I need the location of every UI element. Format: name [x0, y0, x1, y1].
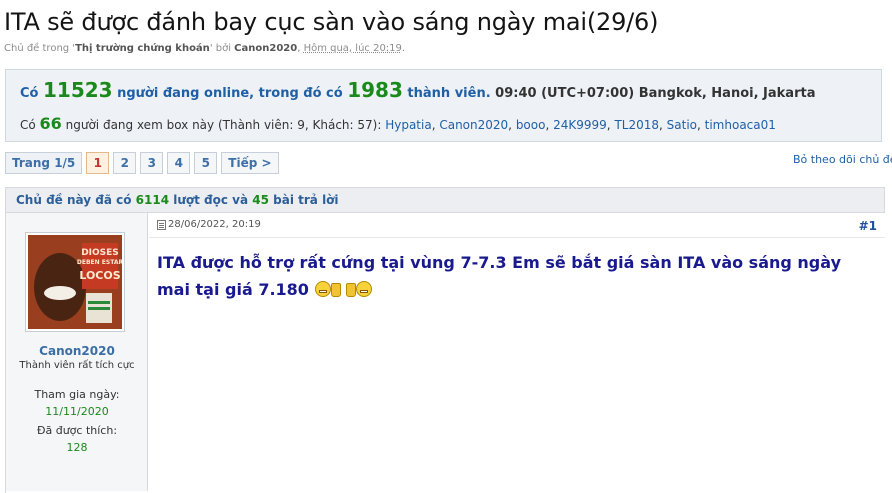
author-link[interactable]: Canon2020 [234, 43, 297, 54]
document-icon [157, 219, 166, 230]
unfollow-thread-link[interactable]: Bỏ theo dõi chủ đề [793, 153, 892, 166]
viewing-count: 66 [39, 114, 62, 133]
online-count: 11523 [43, 78, 113, 102]
post-content: 28/06/2022, 20:19 #1 ITA được hỗ trợ rất… [149, 213, 885, 491]
likes-count: 128 [66, 441, 88, 454]
post-timestamp-text: 28/06/2022, 20:19 [168, 219, 261, 230]
likes-label: Đã được thích: [36, 424, 118, 437]
meta-end: . [401, 43, 406, 54]
post: DIOSES DEBEN ESTAR LOCOS Canon2020 Thành… [5, 213, 885, 493]
user-separator: , [508, 118, 516, 132]
page-2-button[interactable]: 2 [113, 152, 137, 174]
viewing-user-link[interactable]: TL2018 [614, 118, 659, 132]
post-author-title: Thành viên rất tích cực [19, 360, 135, 371]
viewing-summary: Có 66 người đang xem box này (Thành viên… [20, 114, 776, 133]
online-mid: người đang online, trong đó có [112, 86, 348, 101]
online-panel: Có 11523 người đang online, trong đó có … [5, 69, 882, 142]
meta-mid: ' bởi [209, 43, 235, 54]
user-separator: , [545, 118, 554, 132]
thread-date[interactable]: Hôm qua, lúc 20:19 [304, 43, 402, 54]
viewing-user-link[interactable]: Satio [667, 118, 697, 132]
viewing-prefix: Có [20, 118, 40, 132]
page-5-button[interactable]: 5 [194, 152, 218, 174]
avatar-text-line-1: DIOSES [81, 248, 119, 258]
viewing-user-link[interactable]: Canon2020 [439, 118, 508, 132]
viewing-user-link[interactable]: 24K9999 [553, 118, 607, 132]
avatar[interactable]: DIOSES DEBEN ESTAR LOCOS [25, 232, 125, 332]
server-time: 09:40 (UTC+07:00) Bangkok, Hanoi, Jakart… [490, 86, 816, 101]
thread-meta: Chủ đề trong 'Thị trường chứng khoán' bở… [4, 43, 405, 54]
member-count: 1983 [347, 78, 403, 102]
thread-stats-bar: Chủ đề này đã có 6114 lượt đọc và 45 bài… [5, 187, 885, 213]
grin-smiley-icon [356, 281, 373, 297]
post-body: ITA được hỗ trợ rất cứng tại vùng 7-7.3 … [157, 249, 877, 303]
stats-suffix: bài trả lời [268, 193, 339, 207]
page-4-button[interactable]: 4 [167, 152, 191, 174]
thumbs-up-icon [346, 283, 357, 297]
avatar-image: DIOSES DEBEN ESTAR LOCOS [28, 235, 122, 329]
thread-title: ITA sẽ được đánh bay cục sàn vào sáng ng… [4, 8, 659, 36]
post-body-text: ITA được hỗ trợ rất cứng tại vùng 7-7.3 … [157, 253, 841, 299]
page-label: Trang 1/5 [5, 152, 83, 174]
next-page-button[interactable]: Tiếp > [221, 152, 279, 174]
view-count: 6114 [135, 193, 170, 207]
thumbs-up-icon [330, 283, 341, 297]
user-separator: , [659, 118, 667, 132]
post-author-name[interactable]: Canon2020 [6, 344, 148, 358]
page-1-button[interactable]: 1 [86, 152, 110, 174]
joined-date: 11/11/2020 [45, 405, 109, 418]
grin-smiley-icon [314, 281, 331, 297]
stats-prefix: Chủ đề này đã có [16, 193, 136, 207]
post-number-link[interactable]: #1 [859, 219, 877, 233]
joined-label: Tham gia ngày: [34, 388, 120, 401]
online-prefix: Có [20, 86, 43, 101]
reply-count: 45 [252, 193, 269, 207]
post-header: 28/06/2022, 20:19 #1 [149, 213, 885, 238]
pagination: Trang 1/5 1 2 3 4 5 Tiếp > [5, 152, 279, 174]
user-separator: , [697, 118, 705, 132]
viewing-user-link[interactable]: Hypatia [385, 118, 432, 132]
viewing-user-list: Hypatia, Canon2020, booo, 24K9999, TL201… [385, 118, 776, 132]
viewing-text: người đang xem box này (Thành viên: 9, K… [61, 118, 386, 132]
page-3-button[interactable]: 3 [140, 152, 164, 174]
viewing-user-link[interactable]: timhoaca01 [705, 118, 776, 132]
viewing-user-link[interactable]: booo [516, 118, 546, 132]
avatar-text-line-2: DEBEN ESTAR [77, 259, 122, 266]
post-timestamp[interactable]: 28/06/2022, 20:19 [157, 219, 261, 230]
avatar-text-line-3: LOCOS [79, 269, 120, 282]
online-suffix: thành viên. [402, 86, 491, 101]
forum-link[interactable]: Thị trường chứng khoán [75, 43, 210, 54]
post-author-panel: DIOSES DEBEN ESTAR LOCOS Canon2020 Thành… [6, 213, 148, 491]
stats-mid: lượt đọc và [169, 193, 253, 207]
meta-prefix: Chủ đề trong ' [4, 43, 76, 54]
online-summary: Có 11523 người đang online, trong đó có … [20, 78, 815, 102]
